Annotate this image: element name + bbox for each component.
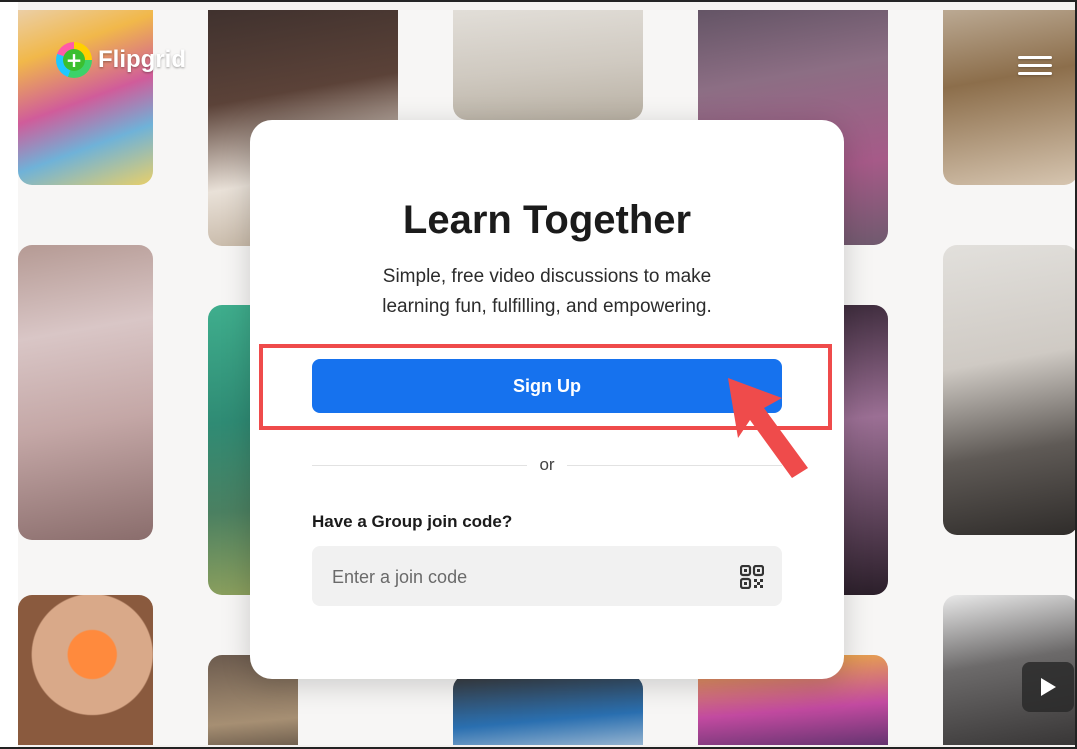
video-tile: [18, 10, 153, 185]
flipgrid-logo-icon: +: [56, 42, 92, 78]
or-divider: or: [312, 454, 782, 476]
page-left-gutter: [0, 2, 18, 747]
divider-line-right: [566, 464, 782, 466]
card-title: Learn Together: [402, 198, 692, 242]
subtitle-line-1: Simple, free video discussions to make: [382, 266, 712, 287]
sign-up-button[interactable]: Sign Up: [312, 359, 782, 413]
video-tile: [453, 10, 643, 120]
flipgrid-logo[interactable]: + Flipgrid: [56, 42, 186, 78]
sign-up-card: Learn Together Simple, free video discus…: [250, 120, 844, 679]
card-subtitle: Simple, free video discussions to make l…: [310, 262, 784, 322]
video-tile: [943, 245, 1075, 535]
divider-line-left: [312, 464, 528, 466]
subtitle-line-2: learning fun, fulfilling, and empowering…: [382, 296, 712, 317]
logo-text: Flipgrid: [98, 46, 186, 73]
video-tile: [18, 595, 153, 745]
video-tile: [18, 245, 153, 540]
hamburger-menu-icon[interactable]: [1018, 56, 1052, 78]
qr-code-icon[interactable]: [740, 565, 764, 589]
join-code-label: Have a Group join code?: [312, 512, 513, 531]
play-triangle-icon: [1041, 678, 1056, 696]
browser-frame: + Flipgrid Learn Together Simple, free v…: [0, 0, 1077, 749]
video-tile: [453, 675, 643, 745]
play-icon[interactable]: [1022, 662, 1074, 712]
join-code-input[interactable]: [330, 546, 724, 608]
video-tile: [943, 10, 1075, 185]
divider-text: or: [539, 455, 555, 474]
join-code-field[interactable]: [312, 546, 782, 608]
